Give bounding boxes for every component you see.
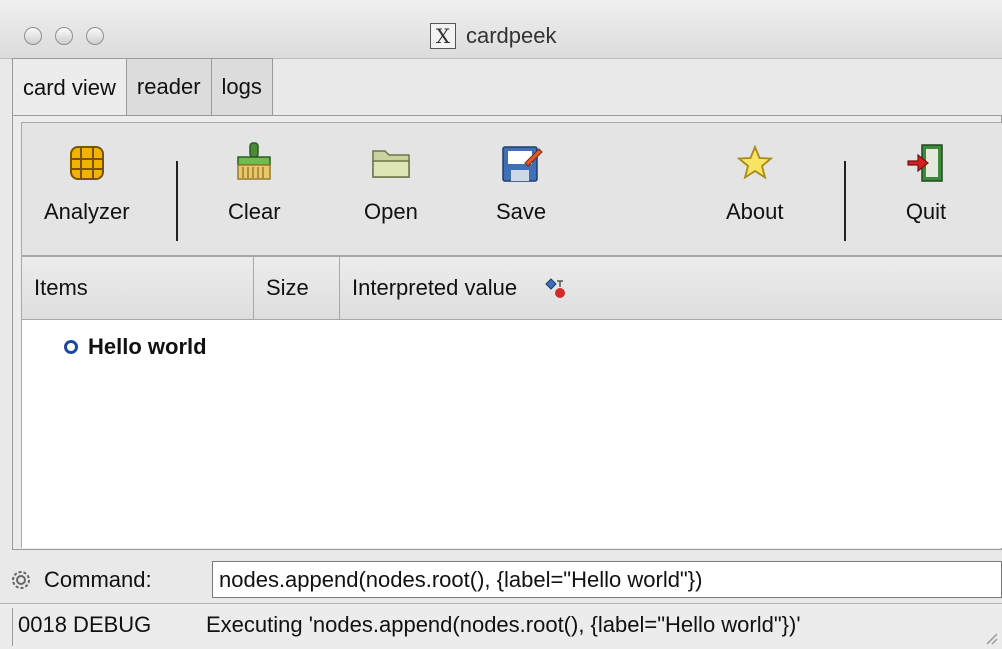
star-icon (736, 144, 774, 180)
gear-icon (12, 571, 30, 589)
about-label: About (726, 199, 784, 224)
tab-bar: card view reader logs (12, 58, 273, 116)
save-label: Save (496, 199, 547, 224)
column-interpreted-label: Interpreted value (352, 275, 518, 300)
tab-reader[interactable]: reader (125, 58, 212, 115)
window-title-group: X cardpeek (430, 22, 557, 50)
tree-node-label: Hello world (88, 334, 207, 359)
save-button[interactable]: Save (496, 141, 546, 247)
open-button[interactable]: Open (364, 141, 418, 247)
clear-label: Clear (228, 199, 281, 224)
analyzer-label: Analyzer (44, 199, 130, 224)
close-window-button[interactable] (24, 27, 42, 45)
command-input[interactable] (212, 561, 1002, 598)
column-size[interactable]: Size (254, 256, 340, 320)
about-button[interactable]: About (726, 141, 784, 247)
window-title: cardpeek (466, 23, 557, 48)
status-code: 0018 DEBUG (18, 612, 152, 637)
tab-card-view[interactable]: card view (12, 58, 127, 116)
minimize-window-button[interactable] (55, 27, 73, 45)
title-bar: X cardpeek (0, 0, 1002, 59)
card-view-panel: Analyzer Clear Open Save About Quit Item… (12, 115, 1002, 550)
zoom-window-button[interactable] (86, 27, 104, 45)
x11-icon: X (430, 23, 456, 49)
toolbar-separator (844, 161, 846, 241)
status-divider (12, 608, 13, 646)
column-items-label: Items (34, 275, 88, 300)
save-disk-icon (502, 146, 543, 182)
toolbar: Analyzer Clear Open Save About Quit (21, 122, 1002, 256)
quit-label: Quit (905, 199, 947, 224)
broom-icon (237, 142, 272, 180)
tree-node-root[interactable]: Hello world (64, 334, 207, 360)
exit-door-icon (907, 144, 943, 182)
card-tree-view[interactable]: Hello world (21, 320, 1002, 548)
command-label: Command: (44, 567, 152, 592)
smartcard-chip-icon (69, 146, 104, 180)
quit-button[interactable]: Quit (904, 141, 948, 247)
resize-grip-icon[interactable] (982, 629, 998, 645)
toolbar-separator (176, 161, 178, 241)
tab-logs[interactable]: logs (210, 58, 273, 115)
command-bar: Command: (0, 556, 1002, 603)
display-mode-icon[interactable] (543, 276, 569, 300)
status-bar: 0018 DEBUG Executing 'nodes.append(nodes… (0, 603, 1002, 649)
column-interpreted-value[interactable]: Interpreted value (340, 256, 1002, 320)
analyzer-button[interactable]: Analyzer (44, 141, 130, 247)
open-label: Open (364, 199, 418, 224)
clear-button[interactable]: Clear (228, 141, 281, 247)
status-message: Executing 'nodes.append(nodes.root(), {l… (206, 612, 801, 637)
node-bullet-icon (64, 340, 78, 354)
column-size-label: Size (266, 275, 309, 300)
folder-icon (372, 150, 410, 178)
column-items[interactable]: Items (21, 256, 254, 320)
tree-column-header: Items Size Interpreted value (21, 256, 1002, 320)
